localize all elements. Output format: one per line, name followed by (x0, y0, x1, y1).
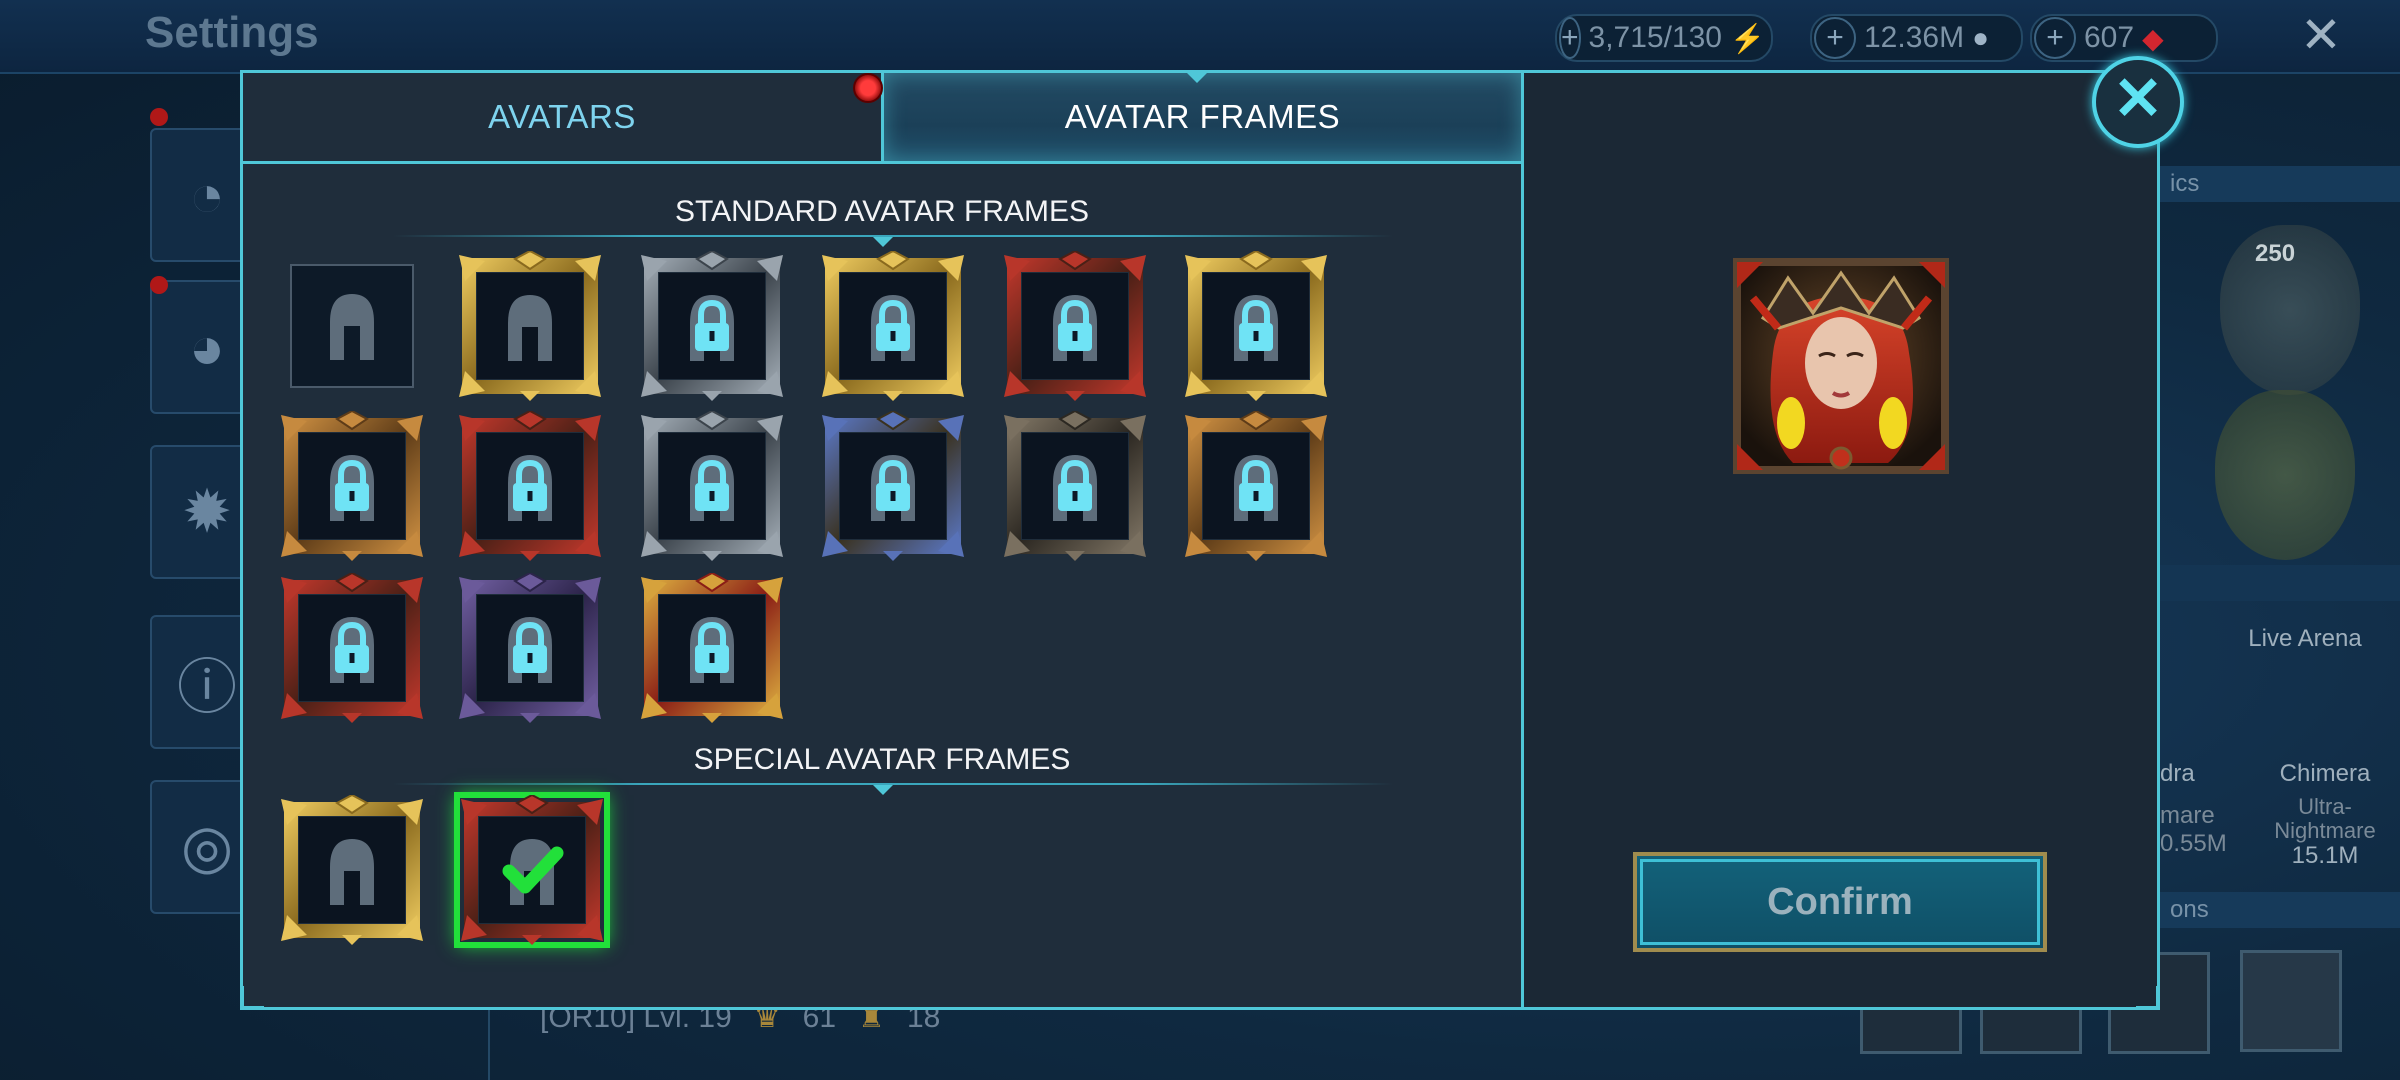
avatar-frame-bronze-thorn[interactable] (1181, 411, 1331, 561)
add-gem-icon[interactable]: + (2034, 17, 2076, 59)
avatar-frame-red-serpent[interactable] (1000, 251, 1150, 401)
special-frame-demon-horn[interactable] (454, 792, 610, 948)
avatar-preview (1733, 258, 1949, 474)
tab-avatars[interactable]: AVATARS (243, 73, 884, 161)
background-strip: ics (2160, 166, 2400, 202)
gear-icon: ✹ (181, 478, 233, 545)
add-energy-icon[interactable]: + (1559, 17, 1581, 59)
avatar-frame-gold-spike[interactable] (818, 251, 968, 401)
close-dialog-button[interactable]: ✕ (2092, 56, 2184, 148)
frame-artwork (641, 411, 783, 561)
avatars-notification-dot (853, 73, 883, 103)
background-strip: ons (2160, 892, 2400, 928)
champion-thumb[interactable] (2240, 950, 2342, 1052)
avatar-frame-iron-chain[interactable] (1000, 411, 1150, 561)
hydra-damage: 0.55M (2160, 830, 2227, 857)
avatar-frame-gold-crown[interactable] (1181, 251, 1331, 401)
checkmark-icon (502, 846, 564, 894)
frame-artwork (330, 294, 374, 360)
frame-artwork (459, 411, 601, 561)
avatar-frame-crimson-wing[interactable] (455, 411, 605, 561)
active-tab-indicator (1187, 73, 1207, 83)
silver-icon: ● (1972, 22, 1989, 53)
avatar-frame-default[interactable] (290, 264, 414, 388)
frame-artwork (641, 251, 783, 401)
frame-artwork (1004, 411, 1146, 561)
confirm-button[interactable]: Confirm (1633, 852, 2047, 952)
standard-title-notch (873, 237, 893, 247)
gem-value: 607 (2084, 21, 2135, 54)
frame-artwork (641, 573, 783, 723)
frame-artwork (1004, 251, 1146, 401)
globe-icon: ◎ (180, 813, 234, 880)
gem-icon: ◆ (2142, 22, 2164, 54)
standard-frames-title: STANDARD AVATAR FRAMES (675, 195, 1089, 228)
chimera-label: Chimera (2279, 760, 2371, 787)
silver-value: 12.36M (1864, 21, 1965, 54)
hydra-difficulty: mare (2160, 802, 2215, 829)
avatar-frame-dark-spire[interactable] (637, 251, 787, 401)
info-icon: ⓘ (177, 653, 237, 721)
avatar-frame-bronze-temple[interactable] (277, 411, 427, 561)
avatar-frame-ruby-spike[interactable] (277, 573, 427, 723)
gem-resource[interactable]: + 607 ◆ (2030, 14, 2218, 62)
energy-value: 3,715/130 (1588, 21, 1722, 54)
profile-icon: ◔ (188, 161, 226, 229)
avatar-frame-violet-arch[interactable] (455, 573, 605, 723)
dialog-tabs: AVATARS AVATAR FRAMES (243, 73, 1521, 164)
energy-resource[interactable]: + 3,715/130 ⚡ (1555, 14, 1773, 62)
background-top-bar: Settings + 3,715/130 ⚡ + 12.36M ● + 607 … (0, 0, 2400, 74)
settings-title: Settings (145, 8, 319, 57)
frame-artwork (281, 573, 423, 723)
frame-artwork (1185, 251, 1327, 401)
frame-artwork (1185, 411, 1327, 561)
background-close-icon[interactable]: ✕ (2300, 6, 2342, 64)
special-title-notch (873, 785, 893, 795)
special-title-divider (393, 783, 1393, 785)
sidebar-notification-dot (150, 108, 168, 126)
add-silver-icon[interactable]: + (1814, 17, 1856, 59)
energy-icon: ⚡ (1730, 22, 1765, 54)
chimera-difficulty-1: Ultra- (2298, 794, 2352, 819)
frame-picker-panel: AVATARS AVATAR FRAMES STANDARD AVATAR FR… (243, 73, 1524, 1007)
standard-title-divider (393, 235, 1393, 237)
avatar-frame-gold-vine[interactable] (455, 251, 605, 401)
live-arena-label: Live Arena (2248, 625, 2362, 652)
tab-avatar-frames[interactable]: AVATAR FRAMES (884, 73, 1521, 161)
avatar-frame-gold-tower[interactable] (637, 573, 787, 723)
dialog-corner (2136, 986, 2160, 1010)
emblem-level: 250 (2255, 240, 2296, 267)
frame-artwork (281, 795, 423, 945)
silver-resource[interactable]: + 12.36M ● (1810, 14, 2023, 62)
dragon-emblem (2215, 390, 2355, 560)
frame-artwork (822, 251, 964, 401)
close-icon: ✕ (2112, 65, 2164, 132)
dialog-corner (240, 986, 264, 1010)
user-icon: ◕ (188, 313, 226, 381)
chimera-difficulty-2: Nightmare (2274, 818, 2376, 843)
hydra-label: dra (2160, 760, 2195, 787)
background-strip (2160, 565, 2400, 601)
sidebar-notification-dot (150, 276, 168, 294)
chimera-damage: 15.1M (2291, 842, 2359, 869)
frame-artwork (281, 411, 423, 561)
frame-artwork (459, 573, 601, 723)
background-right-column: ics 250 Live Arena dra mare 0.55M Chimer… (1860, 100, 2400, 1054)
special-frame-gold-laurel[interactable] (277, 795, 427, 945)
champion-portrait-image (1733, 258, 1949, 474)
frame-artwork (822, 411, 964, 561)
avatar-frame-silver-bat[interactable] (637, 411, 787, 561)
special-frames-title: SPECIAL AVATAR FRAMES (693, 743, 1071, 776)
frame-artwork (459, 251, 601, 401)
avatar-frame-blue-dragon[interactable] (818, 411, 968, 561)
background-divider (488, 1000, 490, 1080)
